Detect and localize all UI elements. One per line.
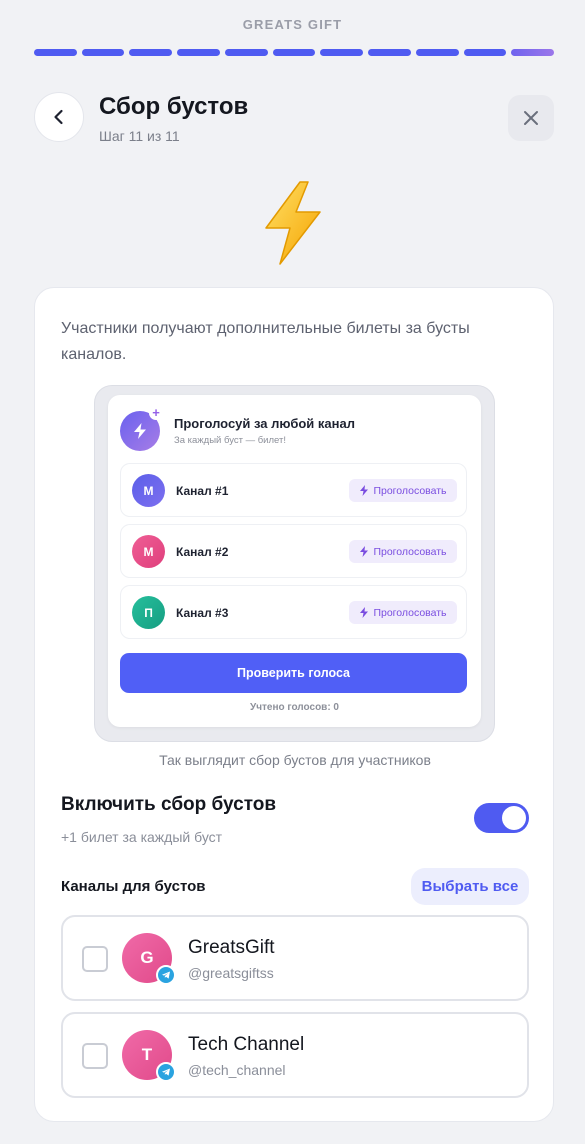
vote-label: Проголосовать [373,484,447,497]
channel-handle: @tech_channel [188,1062,286,1078]
lightning-icon [360,485,369,496]
channel-name: GreatsGift [188,937,275,958]
progress-segment [368,49,411,56]
page-title: Сбор бустов [99,93,249,120]
preview-channel-row: П Канал #3 Проголосовать [120,585,467,639]
plus-icon: + [149,406,163,420]
channel-checkbox[interactable] [82,1043,108,1069]
close-button[interactable] [508,95,554,141]
progress-segment [129,49,173,56]
progress-segment [320,49,364,56]
boost-settings-card: Участники получают дополнительные билеты… [34,287,554,1122]
channels-section-label: Каналы для бустов [61,878,206,895]
progress-segment [34,49,77,56]
preview-channel-avatar: М [132,474,165,507]
progress-segment [177,49,220,56]
preview-channel-row: М Канал #1 Проголосовать [120,463,467,517]
lightning-icon [134,423,146,439]
progress-segment [224,49,268,56]
preview-subtitle: За каждый буст — билет! [174,435,286,446]
close-icon [524,111,538,125]
boost-toggle-title: Включить сбор бустов [61,794,277,815]
check-votes-button[interactable]: Проверить голоса [120,653,467,693]
channel-list-item[interactable]: T Tech Channel @tech_channel [61,1012,529,1098]
preview-channel-avatar: П [132,596,165,629]
toggle-knob [502,806,526,830]
preview-channel-name: Канал #3 [176,606,229,620]
lightning-icon [265,181,321,265]
lightning-icon [360,546,369,557]
preview-channel-row: М Канал #2 Проголосовать [120,524,467,578]
telegram-icon [156,1062,176,1082]
step-progress-bar [34,49,555,56]
description-text: Участники получают дополнительные билеты… [61,320,470,363]
participant-preview: + Проголосуй за любой канал За каждый бу… [94,385,495,742]
preview-channel-name: Канал #1 [176,484,229,498]
channel-list-item[interactable]: G GreatsGift @greatsgiftss [61,915,529,1001]
preview-channel-name: Канал #2 [176,545,229,559]
boost-toggle-subtitle: +1 билет за каждый буст [61,829,223,845]
votes-counted-text: Учтено голосов: 0 [250,702,339,713]
vote-button[interactable]: Проголосовать [349,540,457,563]
progress-segment [81,49,125,56]
step-indicator: Шаг 11 из 11 [99,128,180,144]
channel-handle: @greatsgiftss [188,965,274,981]
vote-button[interactable]: Проголосовать [349,601,457,624]
chevron-left-icon [54,109,63,125]
vote-button[interactable]: Проголосовать [349,479,457,502]
channel-name: Tech Channel [188,1034,305,1055]
preview-channel-avatar: М [132,535,165,568]
vote-label: Проголосовать [373,545,447,558]
back-button[interactable] [34,92,84,142]
telegram-icon [156,965,176,985]
channel-checkbox[interactable] [82,946,108,972]
preview-panel: + Проголосуй за любой канал За каждый бу… [108,395,481,727]
select-all-button[interactable]: Выбрать все [411,868,529,905]
brand-title: GREATS GIFT [242,17,343,32]
progress-segment [415,49,459,56]
progress-segment [272,49,316,56]
progress-segment-current [511,49,555,56]
preview-caption: Так выглядит сбор бустов для участников [159,752,431,768]
progress-segment [463,49,507,56]
vote-label: Проголосовать [373,606,447,619]
preview-title: Проголосуй за любой канал [174,416,355,431]
lightning-icon [360,607,369,618]
boost-toggle-switch[interactable] [474,803,529,833]
